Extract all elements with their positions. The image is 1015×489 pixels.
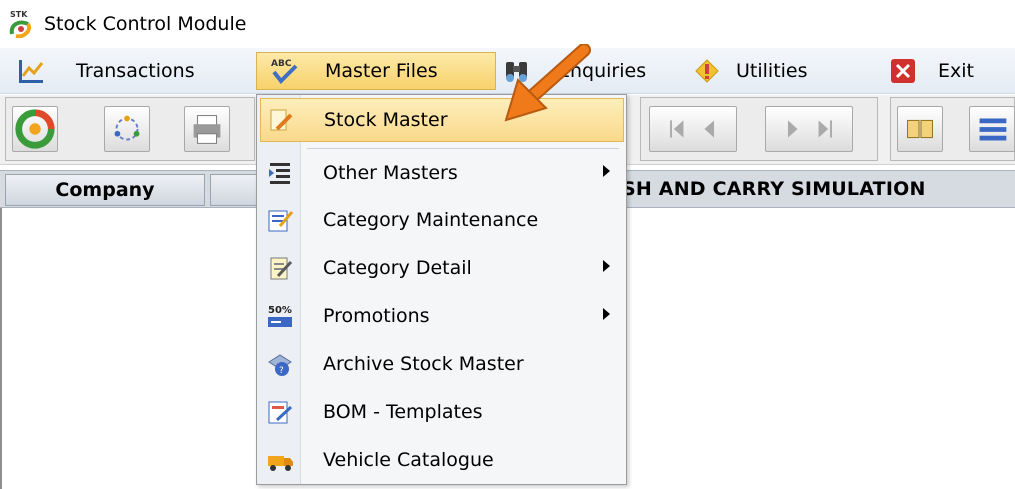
indent-list-icon <box>269 163 290 184</box>
menu-label: Utilities <box>736 60 808 82</box>
app-icon: STK <box>9 10 31 38</box>
menu-label: Enquiries <box>558 60 647 82</box>
binoculars-icon <box>506 62 527 82</box>
menu-exit[interactable]: Exit <box>888 52 1008 90</box>
menu-item-stock-master[interactable]: Stock Master <box>260 98 624 142</box>
list-view-button[interactable] <box>969 106 1015 152</box>
abc-check-icon: ABC <box>271 59 298 85</box>
toolbar-group-right <box>890 97 1015 161</box>
submenu-arrow-icon <box>603 308 610 320</box>
promo-badge-text: 50% <box>268 305 292 316</box>
navigation-group <box>640 97 878 161</box>
submenu-arrow-icon <box>603 165 610 177</box>
menu-item-label: BOM - Templates <box>323 401 483 423</box>
menu-item-vehicle-catalogue[interactable]: Vehicle Catalogue <box>260 438 624 482</box>
menu-enquiries[interactable]: Enquiries <box>502 52 682 90</box>
menu-item-other-masters[interactable]: Other Masters <box>260 151 624 195</box>
menu-item-label: Other Masters <box>323 162 458 184</box>
nav-next-last-button[interactable] <box>765 106 853 152</box>
menu-item-label: Category Detail <box>323 257 472 279</box>
print-button[interactable] <box>184 106 230 152</box>
title-bar: STK Stock Control Module <box>0 0 1015 48</box>
simulation-title: SH AND CARRY SIMULATION <box>622 178 926 200</box>
color-wheel-icon <box>15 109 55 149</box>
percent-tag-icon: 50% <box>268 305 292 327</box>
refresh-colors-button[interactable] <box>12 106 58 152</box>
reload-button[interactable] <box>104 106 150 152</box>
submenu-arrow-icon <box>603 260 610 272</box>
toolbar-group-left <box>5 97 255 161</box>
menu-item-category-maintenance[interactable]: Category Maintenance <box>260 198 624 242</box>
svg-text:ABC: ABC <box>271 59 292 69</box>
notepad-pen-icon <box>270 257 293 280</box>
close-icon <box>891 59 915 83</box>
printer-icon <box>193 115 221 144</box>
window-title: Stock Control Module <box>44 13 247 35</box>
column-company[interactable]: Company <box>5 174 205 206</box>
list-icon <box>979 118 1007 141</box>
menu-separator <box>307 148 619 149</box>
menu-item-archive-stock-master[interactable]: ? Archive Stock Master <box>260 342 624 386</box>
svg-text:STK: STK <box>10 10 28 19</box>
menu-item-promotions[interactable]: 50% Promotions <box>260 294 624 338</box>
next-last-icon <box>787 120 832 138</box>
column-header[interactable] <box>210 174 260 206</box>
first-prev-icon <box>670 120 715 138</box>
menu-transactions[interactable]: Transactions <box>10 52 240 90</box>
book-icon <box>907 119 933 139</box>
menu-item-label: Promotions <box>323 305 430 327</box>
menu-item-label: Archive Stock Master <box>323 353 524 375</box>
menu-utilities[interactable]: Utilities <box>692 52 842 90</box>
menu-item-label: Stock Master <box>324 109 448 131</box>
chart-icon <box>19 60 44 83</box>
menu-bar: Transactions ABC Master Files Enquiries … <box>0 48 1015 94</box>
master-files-dropdown: Stock Master Other Masters Category Main… <box>256 94 627 485</box>
tools-icon <box>695 59 719 83</box>
menu-master-files[interactable]: ABC Master Files <box>256 52 496 90</box>
menu-item-label: Vehicle Catalogue <box>323 449 494 471</box>
menu-item-category-detail[interactable]: Category Detail <box>260 246 624 290</box>
menu-item-bom-templates[interactable]: BOM - Templates <box>260 390 624 434</box>
menu-item-label: Category Maintenance <box>323 209 539 231</box>
menu-label: Transactions <box>76 60 195 82</box>
nav-first-prev-button[interactable] <box>649 106 737 152</box>
menu-label: Master Files <box>325 60 438 82</box>
archive-disk-icon: ? <box>268 354 292 376</box>
book-button[interactable] <box>897 106 943 152</box>
truck-icon <box>268 456 293 471</box>
template-pen-icon <box>268 401 293 424</box>
svg-text:?: ? <box>279 366 284 376</box>
menu-label: Exit <box>938 60 974 82</box>
document-pen-icon <box>270 109 293 131</box>
edit-form-icon <box>268 210 294 232</box>
reload-icon <box>114 115 140 141</box>
